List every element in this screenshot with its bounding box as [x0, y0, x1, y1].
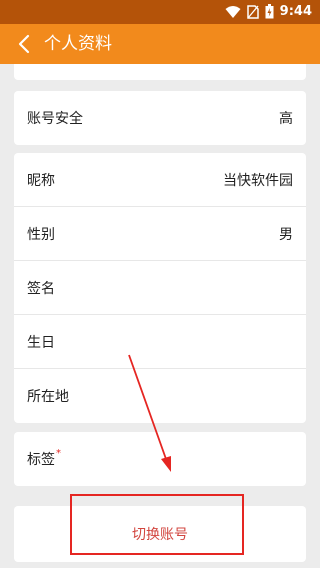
gender-row[interactable]: 性别 男	[14, 207, 306, 261]
nickname-value: 当快软件园	[223, 172, 293, 189]
nickname-row[interactable]: 昵称 当快软件园	[14, 153, 306, 207]
status-time: 9:44	[279, 4, 312, 19]
security-card: 账号安全 高	[14, 91, 306, 145]
app-bar: 个人资料	[0, 24, 320, 64]
account-security-row[interactable]: 账号安全 高	[14, 91, 306, 145]
page-title: 个人资料	[44, 34, 112, 54]
account-security-label: 账号安全	[27, 111, 83, 127]
location-label: 所在地	[27, 389, 69, 405]
gender-label: 性别	[27, 226, 55, 243]
status-icons: 9:44	[225, 4, 312, 19]
birthday-row[interactable]: 生日	[14, 315, 306, 369]
required-mark: *	[56, 447, 61, 459]
tags-card: 标签 *	[14, 432, 306, 486]
birthday-label: 生日	[27, 334, 55, 351]
profile-card: 昵称 当快软件园 性别 男 签名 生日 所在地	[14, 153, 306, 423]
battery-icon	[265, 4, 274, 19]
tags-row[interactable]: 标签 *	[14, 432, 306, 486]
chevron-left-icon[interactable]	[14, 33, 36, 55]
tags-label: 标签	[27, 452, 55, 468]
location-row[interactable]: 所在地	[14, 369, 306, 423]
signature-label: 签名	[27, 280, 55, 297]
sim-icon	[246, 4, 259, 19]
switch-account-button[interactable]: 切换账号	[14, 506, 306, 562]
top-scrolled-card	[14, 64, 306, 80]
wifi-icon	[225, 5, 241, 18]
gender-value: 男	[279, 226, 293, 243]
status-bar: 9:44	[0, 0, 320, 24]
account-security-value: 高	[279, 111, 293, 127]
nickname-label: 昵称	[27, 172, 55, 189]
switch-account-card: 切换账号	[14, 506, 306, 562]
signature-row[interactable]: 签名	[14, 261, 306, 315]
